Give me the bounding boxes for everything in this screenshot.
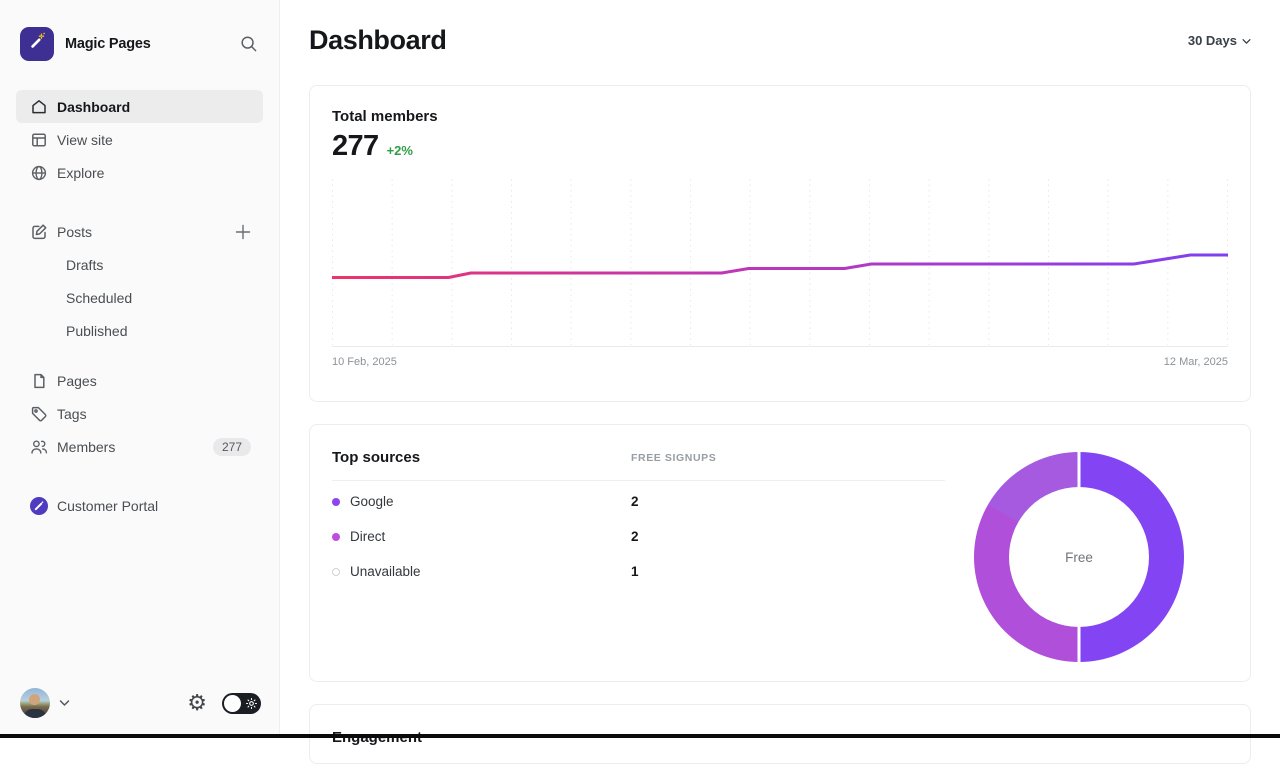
- chart-end-date: 12 Mar, 2025: [1164, 356, 1228, 368]
- sidebar-header: Magic Pages: [0, 0, 279, 61]
- source-row: Google2: [332, 484, 945, 519]
- nav-section-gap: [16, 463, 263, 489]
- top-sources-title: Top sources: [332, 449, 631, 466]
- source-label: Unavailable: [332, 564, 631, 579]
- members-line: [332, 255, 1228, 278]
- toggle-knob: [224, 695, 241, 712]
- tag-icon: [30, 405, 48, 423]
- sidebar-item-label: Posts: [57, 224, 92, 240]
- main-header: Dashboard 30 Days: [309, 0, 1251, 56]
- sidebar-item-label: Customer Portal: [57, 498, 158, 514]
- sun-icon: [246, 698, 257, 709]
- sidebar-item-scheduled[interactable]: Scheduled: [16, 281, 263, 314]
- members-chart-wrap: 10 Feb, 2025 12 Mar, 2025: [332, 179, 1228, 368]
- avatar-photo: [29, 694, 40, 705]
- user-avatar[interactable]: [20, 688, 50, 718]
- search-icon[interactable]: [239, 34, 259, 54]
- sidebar-item-label: Explore: [57, 165, 104, 181]
- sidebar-item-label: Drafts: [66, 257, 103, 273]
- sidebar-item-pages[interactable]: Pages: [16, 364, 263, 397]
- new-post-plus-icon[interactable]: [235, 224, 251, 240]
- sidebar-footer: ⚙: [20, 688, 261, 718]
- source-dot-icon: [332, 568, 340, 576]
- donut-separator: [1078, 451, 1081, 487]
- date-range-dropdown[interactable]: 30 Days: [1188, 33, 1251, 48]
- signups-donut-chart: Free: [974, 452, 1184, 662]
- chart-date-row: 10 Feb, 2025 12 Mar, 2025: [332, 356, 1228, 368]
- source-dot-icon: [332, 498, 340, 506]
- sidebar-item-label: Pages: [57, 373, 97, 389]
- source-dot-icon: [332, 533, 340, 541]
- total-members-title: Total members: [332, 108, 1228, 126]
- page-title: Dashboard: [309, 25, 446, 56]
- sources-rows: Google2Direct2Unavailable1: [332, 484, 945, 589]
- source-value: 1: [631, 564, 945, 579]
- top-sources-card: Top sources FREE SIGNUPS Google2Direct2U…: [309, 424, 1251, 682]
- total-members-card: Total members 277 +2% 10 Feb, 2025 12 Ma…: [309, 85, 1251, 402]
- customer-portal-icon: [30, 497, 48, 515]
- main-content: Dashboard 30 Days Total members 277 +2%: [280, 0, 1280, 738]
- sidebar-item-customer-portal[interactable]: Customer Portal: [16, 489, 263, 522]
- sidebar-nav: Dashboard View site Explore: [0, 90, 279, 522]
- sidebar-item-label: Members: [57, 439, 115, 455]
- sidebar-item-label: Dashboard: [57, 99, 130, 115]
- user-menu-chevron-down-icon[interactable]: [59, 699, 70, 707]
- total-members-chart: [332, 179, 1228, 347]
- sidebar-item-members[interactable]: Members 277: [16, 430, 263, 463]
- nav-section-gap: [16, 347, 263, 364]
- home-icon: [30, 98, 48, 116]
- globe-icon: [30, 164, 48, 182]
- source-value: 2: [631, 529, 945, 544]
- nav-section-gap: [16, 189, 263, 215]
- sidebar-item-view-site[interactable]: View site: [16, 123, 263, 156]
- source-label: Google: [332, 494, 631, 509]
- app-name: Magic Pages: [65, 36, 239, 52]
- dark-mode-toggle[interactable]: [222, 693, 261, 714]
- total-members-value: 277: [332, 130, 379, 163]
- chevron-down-icon: [1242, 33, 1251, 48]
- app-logo: [20, 27, 54, 61]
- sidebar-item-tags[interactable]: Tags: [16, 397, 263, 430]
- donut-separator: [1078, 627, 1081, 663]
- sidebar-item-label: Tags: [57, 406, 87, 422]
- source-row: Unavailable1: [332, 554, 945, 589]
- free-signups-column-header: FREE SIGNUPS: [631, 452, 945, 464]
- donut-center-label: Free: [1009, 487, 1149, 627]
- sidebar-item-published[interactable]: Published: [16, 314, 263, 347]
- source-label: Direct: [332, 529, 631, 544]
- browser-layout-icon: [30, 131, 48, 149]
- source-value: 2: [631, 494, 945, 509]
- source-row: Direct2: [332, 519, 945, 554]
- magic-wand-icon: [28, 32, 47, 56]
- sidebar-item-dashboard[interactable]: Dashboard: [16, 90, 263, 123]
- total-members-delta: +2%: [387, 143, 413, 158]
- sidebar: Magic Pages Dashboard Vie: [0, 0, 280, 738]
- members-count-badge: 277: [213, 438, 251, 456]
- edit-post-icon: [30, 223, 48, 241]
- members-people-icon: [30, 438, 48, 456]
- sources-table: Top sources FREE SIGNUPS Google2Direct2U…: [332, 449, 945, 589]
- bottom-edge-bar: [0, 734, 1280, 738]
- sidebar-item-label: Scheduled: [66, 290, 132, 306]
- sidebar-item-drafts[interactable]: Drafts: [16, 248, 263, 281]
- page-icon: [30, 372, 48, 390]
- date-range-label: 30 Days: [1188, 33, 1237, 48]
- chart-start-date: 10 Feb, 2025: [332, 356, 397, 368]
- sidebar-item-label: View site: [57, 132, 113, 148]
- settings-gear-icon[interactable]: ⚙: [187, 692, 207, 714]
- sources-header-row: Top sources FREE SIGNUPS: [332, 449, 945, 481]
- sidebar-item-label: Published: [66, 323, 128, 339]
- sidebar-item-posts[interactable]: Posts: [16, 215, 263, 248]
- metric-row: 277 +2%: [332, 130, 1228, 163]
- sidebar-item-explore[interactable]: Explore: [16, 156, 263, 189]
